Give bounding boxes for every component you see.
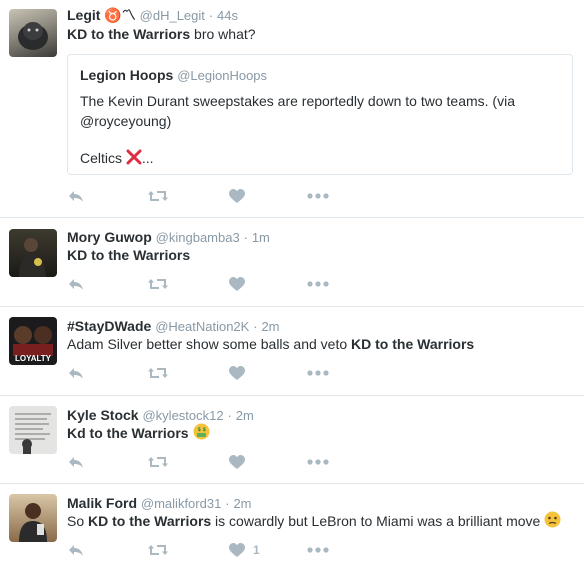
reply-icon[interactable] [67, 540, 85, 560]
more-icon[interactable] [307, 452, 329, 472]
more-icon[interactable] [307, 540, 329, 560]
tweet-text: So KD to the Warriors is cowardly but Le… [67, 511, 561, 533]
separator: · [227, 408, 232, 423]
quote-handle: @LegionHoops [177, 68, 268, 83]
avatar[interactable]: LOYALTY [9, 317, 57, 365]
quote-line-1: The Kevin Durant sweepstakes are reporte… [80, 93, 515, 109]
quote-line-3-text: Celtics [80, 150, 126, 166]
handle[interactable]: @dH_Legit [140, 8, 205, 23]
highlight-text: KD to the Warriors [88, 513, 212, 529]
avatar[interactable] [9, 9, 57, 57]
highlight-text: KD to the Warriors [351, 336, 475, 352]
avatar[interactable] [9, 406, 57, 454]
like-icon[interactable] [229, 363, 245, 383]
avatar-caption: LOYALTY [14, 354, 51, 363]
svg-text:$: $ [202, 427, 206, 433]
display-name[interactable]: Legit ♉〽 [67, 7, 136, 23]
money-mouth-emoji: $ $ [193, 423, 210, 445]
timestamp[interactable]: 2m [233, 496, 251, 511]
handle[interactable]: @kingbamba3 [156, 230, 240, 245]
quote-line-3: Celtics ... [80, 148, 550, 170]
tweet-actions [67, 363, 367, 383]
tweet-actions [67, 274, 367, 294]
more-icon[interactable] [307, 363, 329, 383]
tweet-text: KD to the Warriors bro what? [67, 24, 256, 44]
retweet-icon[interactable] [147, 274, 169, 294]
tweet-item[interactable]: Kyle Stock @kylestock12 · 2m Kd to the W… [0, 396, 584, 484]
avatar[interactable] [9, 229, 57, 277]
tweet-actions [67, 452, 367, 472]
timestamp[interactable]: 2m [261, 319, 279, 334]
display-name[interactable]: Kyle Stock [67, 407, 139, 423]
tweet-item[interactable]: Malik Ford @malikford31 · 2m So KD to th… [0, 484, 584, 576]
text-after: bro what? [190, 26, 256, 42]
red-x-icon [126, 149, 142, 170]
retweet-icon[interactable] [147, 452, 169, 472]
svg-text:$: $ [197, 427, 201, 433]
quote-line-2: @royceyoung) [80, 113, 172, 129]
separator: · [243, 230, 248, 245]
like-icon[interactable] [229, 452, 245, 472]
text-before: Adam Silver better show some balls and v… [67, 336, 352, 352]
quote-display-name: Legion Hoops [80, 67, 174, 83]
more-icon[interactable] [307, 274, 329, 294]
like-icon[interactable]: 1 [229, 540, 260, 560]
separator: · [225, 496, 230, 511]
text-after: is cowardly but LeBron to Miami was a br… [211, 513, 545, 529]
more-icon[interactable] [307, 186, 329, 206]
display-name[interactable]: Malik Ford [67, 495, 137, 511]
tweet-item[interactable]: Legit ♉〽 @dH_Legit · 44s KD to the Warri… [0, 0, 584, 218]
separator: · [208, 8, 214, 23]
tweet-item[interactable]: Mory Guwop @kingbamba3 · 1m KD to the Wa… [0, 218, 584, 307]
tweet-header: Legit ♉〽 @dH_Legit · 44s [67, 6, 238, 25]
like-icon[interactable] [229, 274, 245, 294]
highlight-text: KD to the Warriors [67, 26, 191, 42]
quote-line-3-tail: ... [141, 150, 154, 166]
timestamp[interactable]: 2m [236, 408, 254, 423]
like-count: 1 [253, 543, 260, 557]
display-name[interactable]: Mory Guwop [67, 229, 152, 245]
timestamp[interactable]: 44s [217, 8, 238, 23]
quote-text: The Kevin Durant sweepstakes are reporte… [80, 91, 550, 170]
quoted-tweet[interactable]: Legion Hoops @LegionHoops The Kevin Dura… [67, 54, 573, 175]
confused-emoji [544, 511, 561, 533]
retweet-icon[interactable] [147, 363, 169, 383]
retweet-icon[interactable] [147, 186, 169, 206]
display-name[interactable]: #StayDWade [67, 318, 151, 334]
retweet-icon[interactable] [147, 540, 169, 560]
highlight-text: Kd to the Warriors [67, 425, 189, 441]
reply-icon[interactable] [67, 363, 85, 383]
reply-icon[interactable] [67, 274, 85, 294]
tweet-text: Kd to the Warriors $ $ [67, 423, 210, 445]
highlight-text: KD to the Warriors [67, 247, 191, 263]
reply-icon[interactable] [67, 452, 85, 472]
tweet-actions: 1 [67, 540, 367, 560]
tweet-item[interactable]: LOYALTY #StayDWade @HeatNation2K · 2m Ad… [0, 307, 584, 396]
text-before: So [67, 513, 89, 529]
handle[interactable]: @HeatNation2K [155, 319, 249, 334]
handle[interactable]: @malikford31 [141, 496, 221, 511]
tweet-text: Adam Silver better show some balls and v… [67, 334, 474, 354]
timestamp[interactable]: 1m [252, 230, 270, 245]
avatar[interactable] [9, 494, 57, 542]
reply-icon[interactable] [67, 186, 85, 206]
like-icon[interactable] [229, 186, 245, 206]
tweet-text: KD to the Warriors [67, 245, 190, 265]
handle[interactable]: @kylestock12 [142, 408, 223, 423]
separator: · [253, 319, 258, 334]
tweet-actions [67, 186, 367, 206]
quote-header: Legion Hoops @LegionHoops [80, 67, 267, 83]
